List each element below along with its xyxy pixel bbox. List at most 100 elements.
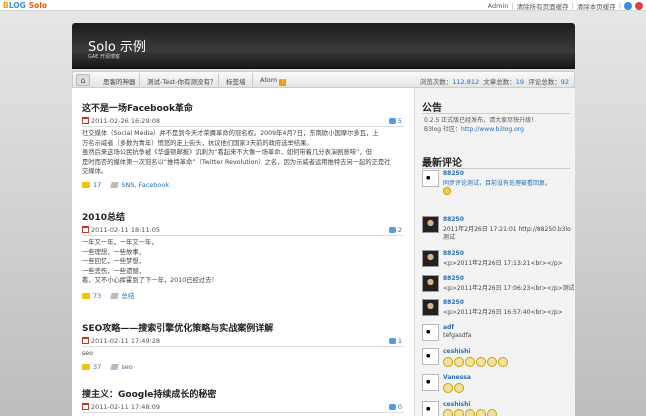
comments-count: 92 xyxy=(560,78,569,86)
comment-text[interactable]: 同步评论测试，目前没有处理被看回复。 xyxy=(443,178,574,187)
comment-author[interactable]: 88250 xyxy=(443,250,464,257)
comment-author[interactable]: Vanessa xyxy=(443,374,471,381)
avatar[interactable] xyxy=(422,401,439,416)
b3log-link[interactable]: http://www.b3log.org xyxy=(461,126,524,133)
summary-line: 虽然后来这场公民抗争被《华盛顿邮报》讥刺为“看起来不大像一场革命，如何带着几分表… xyxy=(82,149,372,157)
comment-item: 88250 <p>2011年2月26日 17:06:23<br></p>测试 xyxy=(422,275,574,297)
comment-icon xyxy=(388,338,396,344)
view-count: 17 xyxy=(93,180,102,189)
comments-label: 评论总数： xyxy=(528,78,561,86)
emoticon-row xyxy=(443,357,509,369)
summary-line: seo xyxy=(82,350,94,357)
divider xyxy=(422,113,570,114)
nav-item-tags[interactable]: 标签墙 xyxy=(226,76,246,86)
summary-line: 一年又一年，一年又一年， xyxy=(82,239,158,246)
post-item: 搜主义：Google持续成长的秘密 2011-02-11 17:48:09 0 xyxy=(82,387,404,413)
avatar[interactable] xyxy=(422,348,439,365)
nav-item-test[interactable]: 测试-Test-你有测没有？ xyxy=(147,76,217,86)
comment-item: ceshishi xyxy=(422,401,574,416)
comment-author[interactable]: 88250 xyxy=(443,170,464,177)
comment-count-value: 2 xyxy=(397,226,402,234)
calendar-icon xyxy=(82,226,89,233)
admin-link[interactable]: Admin xyxy=(488,2,509,10)
clear-all-cache-link[interactable]: 清除所有页面缓存 xyxy=(517,1,569,11)
post-summary: 社交媒体（Social Media）并不是到今天才荣膺革命的冠名权。2009年4… xyxy=(82,129,404,177)
post-tags[interactable]: 总结 xyxy=(121,292,134,300)
recent-comments-heading: 最新评论 xyxy=(422,158,462,169)
avatar[interactable] xyxy=(422,374,439,391)
post-title[interactable]: 这不是一场Facebook革命 xyxy=(82,101,404,114)
post-title[interactable]: 搜主义：Google持续成长的秘密 xyxy=(82,387,404,400)
post-title[interactable]: 2010总结 xyxy=(82,210,404,223)
comment-author[interactable]: 88250 xyxy=(443,216,464,223)
comment-icon xyxy=(388,118,396,124)
comment-author[interactable]: adf xyxy=(443,324,454,331)
comment-author[interactable]: ceshishi xyxy=(443,401,470,408)
comment-text[interactable]: <p>2011年2月26日 17:13:21<br></p> xyxy=(443,258,574,267)
avatar[interactable] xyxy=(422,324,439,341)
avatar[interactable] xyxy=(422,275,439,292)
separator: | xyxy=(511,2,514,10)
comment-item: 88250 同步评论测试，目前没有处理被看回复。 xyxy=(422,170,574,195)
avatar[interactable] xyxy=(422,216,439,233)
comment-count[interactable]: 0 xyxy=(388,403,402,411)
summary-line: 交媒体。 xyxy=(82,168,108,176)
post-date: 2011-02-26 16:29:08 xyxy=(91,117,161,125)
face-icon xyxy=(443,383,453,393)
comment-count-value: 5 xyxy=(397,117,402,125)
post-summary: 一年又一年，一年又一年， 一些理想，一些故事， 一些回忆，一些梦想， 一些悲伤，… xyxy=(82,238,404,286)
comment-item: Vanessa xyxy=(422,374,574,396)
comment-author[interactable]: 88250 xyxy=(443,299,464,306)
comment-text[interactable]: tefgasdfa xyxy=(443,332,574,339)
comment-author[interactable]: ceshishi xyxy=(443,348,470,355)
logo-solo: Solo xyxy=(28,1,48,10)
nav-item-shenqi[interactable]: 思客的神器 xyxy=(103,76,136,86)
nav-item-atom[interactable]: Atom) xyxy=(260,76,287,86)
clear-page-cache-link[interactable]: 清除本页缓存 xyxy=(577,1,616,11)
face-icon xyxy=(487,357,497,367)
avatar[interactable] xyxy=(422,299,439,316)
smiley-icon xyxy=(443,187,451,195)
face-icon xyxy=(498,357,508,367)
comment-icon xyxy=(388,404,396,410)
atom-label: Atom xyxy=(260,76,278,84)
post-meta: 2011-02-26 16:29:08 5 xyxy=(82,117,404,127)
home-icon[interactable]: ⌂ xyxy=(76,74,90,86)
post-item: 2010总结 2011-02-11 18:11:05 2 一年又一年，一年又一年… xyxy=(82,210,404,300)
calendar-icon xyxy=(82,337,89,344)
b3log-logo[interactable]: BLOG Solo xyxy=(3,1,47,10)
nav-divider xyxy=(139,74,140,86)
folder-icon xyxy=(82,292,90,299)
folder-icon xyxy=(82,363,90,370)
main-nav: ⌂ 思客的神器 测试-Test-你有测没有？ 标签墙 Atom) 浏览次数：11… xyxy=(72,71,575,88)
logout-icon[interactable] xyxy=(635,2,643,10)
notice-prefix: B3log 社区： xyxy=(424,125,461,133)
comment-item: adf tefgasdfa xyxy=(422,324,574,346)
avatar[interactable] xyxy=(422,250,439,267)
tag-icon xyxy=(110,292,120,299)
post-list: 这不是一场Facebook革命 2011-02-26 16:29:08 5 社交… xyxy=(72,88,412,416)
post-title[interactable]: SEO攻略——搜索引擎优化策略与实战案例详解 xyxy=(82,321,404,334)
post-tags[interactable]: seo xyxy=(121,363,132,371)
comment-item: ceshishi xyxy=(422,348,574,370)
site-stats: 浏览次数：112,812 文章总数：19 评论总数：92 xyxy=(420,76,569,86)
post-item: 这不是一场Facebook革命 2011-02-26 16:29:08 5 社交… xyxy=(82,101,404,189)
comment-count[interactable]: 2 xyxy=(388,226,402,234)
settings-icon[interactable] xyxy=(624,2,632,10)
comment-count[interactable]: 1 xyxy=(388,337,402,345)
comment-text[interactable]: 2011年2月26日 17:21:01 http://88250.b3lo xyxy=(443,224,574,233)
calendar-icon xyxy=(82,403,89,410)
comment-item: 88250 2011年2月26日 17:21:01 http://88250.b… xyxy=(422,216,574,241)
face-icon xyxy=(443,409,453,416)
comment-text[interactable]: <p>2011年2月26日 16:57:40<br></p> xyxy=(443,307,574,316)
comment-text[interactable]: <p>2011年2月26日 17:06:23<br></p>测试 xyxy=(443,283,574,292)
summary-line: 一些悲伤，一些遗憾， xyxy=(82,267,145,275)
notice-line: 0.2.5 正式版已经发布，请大家尽快升级！ xyxy=(424,117,538,124)
post-item: SEO攻略——搜索引擎优化策略与实战案例详解 2011-02-11 17:49:… xyxy=(82,321,404,371)
comment-author[interactable]: 88250 xyxy=(443,275,464,282)
post-summary: seo xyxy=(82,349,404,359)
post-tags[interactable]: SNS, Facebook xyxy=(121,181,169,189)
comment-count[interactable]: 5 xyxy=(388,117,402,125)
avatar[interactable] xyxy=(422,170,439,187)
comment-count-value: 0 xyxy=(397,403,402,411)
